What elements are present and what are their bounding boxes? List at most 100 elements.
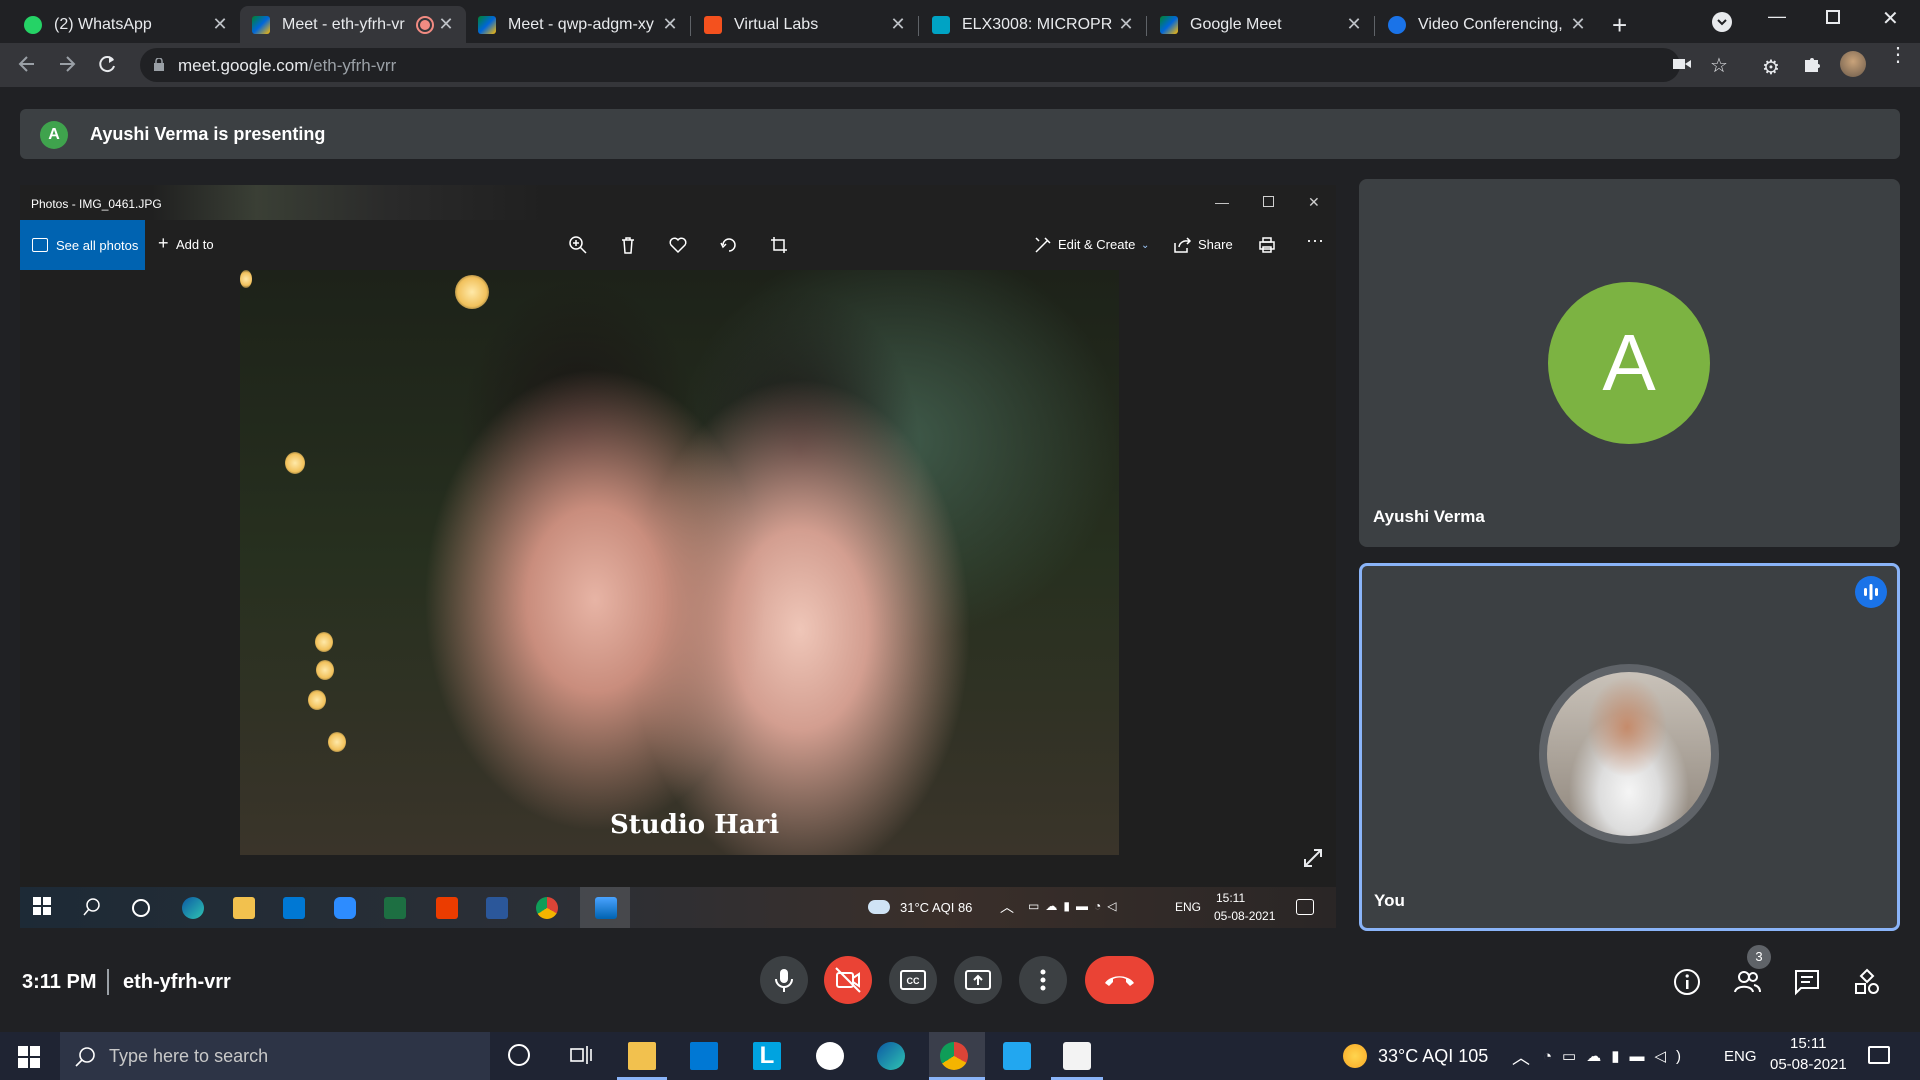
reload-icon[interactable] (96, 53, 118, 75)
chevron-down-icon: ⌄ (1141, 240, 1150, 251)
present-screen-button[interactable] (954, 956, 1002, 1004)
extensions-puzzle-icon[interactable] (1802, 54, 1822, 74)
system-tray-icons[interactable]: ◔▭☁▮▬◁) (1543, 1047, 1691, 1065)
people-count-badge: 3 (1747, 945, 1771, 969)
taskbar-weather[interactable]: 33°C AQI 105 (1378, 1046, 1488, 1067)
windows-start-icon (33, 897, 55, 919)
edit-create-icon (1033, 235, 1053, 255)
close-icon[interactable]: ✕ (662, 14, 678, 35)
taskbar-time[interactable]: 15:11 (1790, 1035, 1826, 1052)
shared-screen: Photos - IMG_0461.JPG — ✕ See all photos… (20, 185, 1336, 928)
meet-icon (252, 15, 270, 34)
photo-watermark: Studio Hari (610, 810, 780, 840)
tab-course[interactable]: ELX3008: MICROPROC ✕ (920, 6, 1146, 43)
tab-whatsapp[interactable]: (2) WhatsApp ✕ (12, 6, 240, 43)
extension-gear-icon[interactable]: ⚙ (1762, 55, 1780, 80)
edge-icon[interactable] (877, 1042, 905, 1070)
meeting-details-icon[interactable] (1672, 967, 1702, 997)
notifications-icon[interactable] (1868, 1046, 1890, 1064)
more-options-button[interactable] (1019, 956, 1067, 1004)
presenter-taskbar: 31°C AQI 86 ︿ ▭☁▮▬◔◁ ENG 15:11 05-08-202… (20, 887, 1336, 928)
camera-in-use-icon[interactable] (1673, 56, 1691, 72)
chevron-up-icon[interactable]: ︿ (1512, 1044, 1530, 1070)
svg-text:CC: CC (907, 976, 920, 986)
activities-icon[interactable] (1852, 967, 1882, 997)
mail-icon[interactable] (690, 1042, 718, 1070)
l-app-icon[interactable]: L (753, 1042, 781, 1070)
microphone-button[interactable] (760, 956, 808, 1004)
speaking-indicator-icon (1855, 576, 1887, 608)
presenter-lang: ENG (1175, 900, 1202, 914)
captions-button[interactable]: CC (889, 956, 937, 1004)
tab-title: Meet - eth-yfrh-vr (282, 15, 405, 33)
file-explorer-icon[interactable] (628, 1042, 656, 1070)
bokeh-light (455, 275, 489, 309)
taskbar-search[interactable]: Type here to search (60, 1032, 490, 1080)
people-icon[interactable] (1732, 967, 1762, 997)
window-close-icon[interactable]: ✕ (1882, 6, 1899, 31)
edge-icon (182, 897, 204, 919)
bokeh-light (328, 732, 346, 752)
chat-icon[interactable] (1792, 967, 1822, 997)
cortana-icon[interactable] (508, 1044, 530, 1066)
search-icon (82, 897, 104, 919)
course-icon (932, 15, 950, 34)
tab-title: (2) WhatsApp (54, 15, 152, 33)
close-icon[interactable]: ✕ (1118, 14, 1134, 35)
excel-icon (384, 897, 406, 919)
forward-icon[interactable] (56, 53, 78, 75)
participant-name: Ayushi Verma (1373, 507, 1485, 526)
task-view-icon[interactable] (568, 1042, 596, 1070)
windows-start-icon[interactable] (18, 1046, 46, 1074)
bookmark-star-icon[interactable]: ☆ (1710, 53, 1728, 78)
taskbar-lang[interactable]: ENG (1724, 1048, 1757, 1065)
chrome-menu-icon[interactable]: ⋮ (1888, 45, 1908, 65)
restore-icon[interactable] (1826, 10, 1840, 24)
close-icon[interactable]: ✕ (1346, 14, 1362, 35)
chevron-up-icon: ︿ (1000, 899, 1014, 915)
profile-avatar[interactable] (1840, 51, 1866, 77)
vscode-icon[interactable] (1003, 1042, 1031, 1070)
tab-meet-2[interactable]: Meet - qwp-adgm-xy ✕ (466, 6, 690, 43)
bokeh-light (315, 632, 333, 652)
presenter-time: 15:11 (1216, 891, 1246, 905)
close-icon[interactable]: ✕ (890, 14, 906, 35)
delete-icon (618, 235, 638, 255)
camera-off-button[interactable] (824, 956, 872, 1004)
participant-tile[interactable]: A Ayushi Verma (1359, 179, 1900, 547)
tab-title: Video Conferencing, C (1418, 15, 1564, 33)
tab-title: Meet - qwp-adgm-xy (508, 15, 654, 33)
cortana-icon (132, 899, 150, 917)
recording-icon (418, 17, 432, 32)
xbox-icon[interactable] (816, 1042, 844, 1070)
java-icon[interactable] (1063, 1042, 1091, 1070)
photos-close-icon: ✕ (1308, 194, 1320, 210)
tab-virtual-labs[interactable]: Virtual Labs ✕ (692, 6, 918, 43)
tab-google-meet[interactable]: Google Meet ✕ (1148, 6, 1374, 43)
presenting-banner: A Ayushi Verma is presenting (20, 109, 1900, 159)
photos-toolbar: See all photos + Add to Edit & Create ⌄ … (20, 220, 1336, 270)
url-text: meet.google.com/eth-yfrh-vrr (178, 56, 396, 76)
tab-meet-active[interactable]: Meet - eth-yfrh-vr ✕ (240, 6, 466, 43)
self-tile[interactable]: You (1359, 563, 1900, 931)
close-icon[interactable]: ✕ (212, 14, 228, 35)
weather-sun-icon (1343, 1044, 1367, 1068)
back-icon[interactable] (16, 53, 38, 75)
taskbar-date[interactable]: 05-08-2021 (1770, 1056, 1847, 1073)
video-icon (1388, 15, 1406, 34)
new-tab-icon[interactable]: + (1612, 10, 1627, 41)
leave-call-button[interactable] (1085, 956, 1154, 1004)
address-bar[interactable]: meet.google.com/eth-yfrh-vrr ☆ (140, 48, 1728, 82)
self-avatar (1539, 664, 1719, 844)
bokeh-light (316, 660, 334, 680)
word-icon (486, 897, 508, 919)
close-icon[interactable]: ✕ (1570, 14, 1586, 35)
tab-video-conferencing[interactable]: Video Conferencing, C ✕ (1376, 6, 1598, 43)
windows-taskbar: Type here to search L 33°C AQI 105 ︿ ◔▭☁… (0, 1032, 1920, 1080)
tab-search-icon[interactable] (1712, 12, 1732, 32)
minimize-icon[interactable]: — (1768, 6, 1786, 27)
tab-title: Google Meet (1190, 15, 1282, 33)
chrome-icon[interactable] (940, 1042, 968, 1070)
browser-toolbar: meet.google.com/eth-yfrh-vrr ☆ ⚙ ⋮ (0, 43, 1920, 87)
close-icon[interactable]: ✕ (438, 14, 454, 35)
